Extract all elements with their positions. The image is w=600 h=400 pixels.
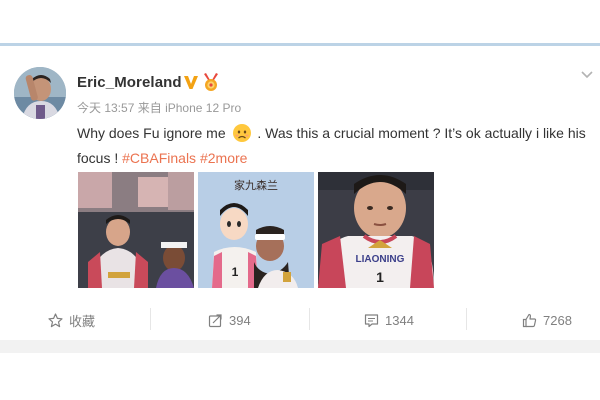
- toolbar-divider: [309, 308, 310, 330]
- pouting-face-emoji-icon: [232, 124, 251, 142]
- medal-icon[interactable]: [201, 72, 221, 92]
- post-text: Why does Fu ignore me . Was this a cruci…: [77, 121, 592, 171]
- hashtag-link[interactable]: #CBAFinals: [122, 150, 196, 166]
- avatar[interactable]: [14, 67, 66, 119]
- like-button[interactable]: 7268: [522, 310, 572, 330]
- chevron-down-icon[interactable]: [581, 70, 593, 80]
- post-meta: 今天 13:57 来自 iPhone 12 Pro: [77, 99, 241, 116]
- favorite-button[interactable]: 收藏: [48, 310, 95, 330]
- image-3-jersey-number: 1: [376, 269, 384, 285]
- post-image-3[interactable]: LIAONING 1: [318, 172, 434, 288]
- image-3-jersey-text: LIAONING: [356, 254, 405, 265]
- repost-button[interactable]: 394: [208, 310, 251, 330]
- v-badge-icon[interactable]: [183, 74, 199, 90]
- like-count: 7268: [543, 312, 572, 328]
- more-link[interactable]: #2more: [200, 150, 247, 166]
- thumbs-up-icon: [522, 313, 537, 327]
- favorite-label: 收藏: [69, 313, 96, 329]
- repost-icon: [208, 313, 222, 327]
- feed-separator: [0, 340, 600, 353]
- post-image-1[interactable]: [78, 172, 194, 288]
- post-image-2[interactable]: 家九森兰 1: [198, 172, 314, 288]
- image-2-jersey-number: 1: [232, 265, 239, 279]
- repost-count: 394: [229, 312, 251, 328]
- toolbar-divider: [150, 308, 151, 330]
- source-prefix: 来自: [137, 101, 162, 115]
- post-text-part1: Why does Fu ignore me: [77, 125, 226, 141]
- username[interactable]: Eric_Moreland: [77, 74, 182, 91]
- comment-button[interactable]: 1344: [364, 310, 414, 330]
- star-icon: [48, 312, 63, 327]
- timestamp[interactable]: 今天 13:57: [77, 101, 134, 115]
- comment-icon: [364, 313, 379, 327]
- image-2-caption: 家九森兰: [234, 178, 278, 192]
- source-device: iPhone 12 Pro: [165, 101, 242, 115]
- toolbar-divider: [466, 308, 467, 330]
- comment-count: 1344: [385, 312, 414, 328]
